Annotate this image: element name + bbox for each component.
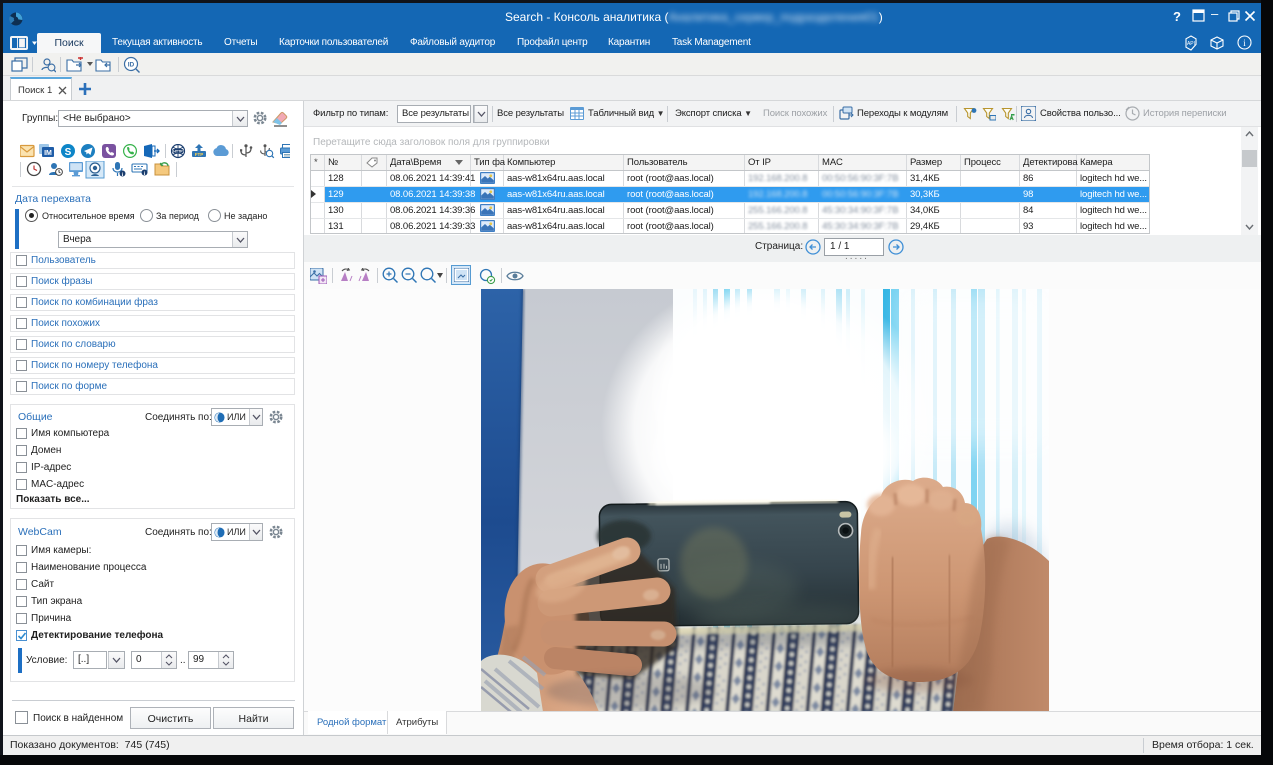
svg-text:S: S xyxy=(65,147,72,158)
svg-text:ID: ID xyxy=(128,62,135,69)
svg-text:API: API xyxy=(1187,41,1195,47)
svg-text:i: i xyxy=(1243,38,1246,48)
svg-text:HTTP: HTTP xyxy=(173,150,183,154)
svg-text:IM: IM xyxy=(44,150,52,157)
svg-text:FTP: FTP xyxy=(195,152,204,157)
